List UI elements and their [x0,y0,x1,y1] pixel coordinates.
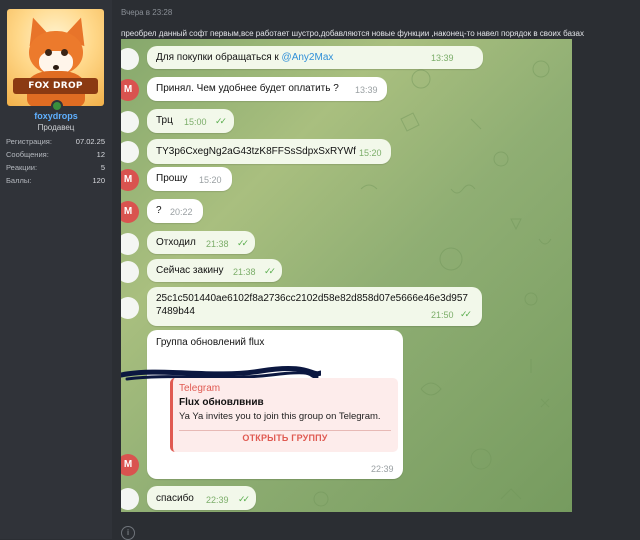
stat-value: 12 [96,150,105,159]
stat-value: 07.02.25 [75,137,105,146]
message-time: 15:20 [199,175,222,185]
info-icon[interactable]: i [121,526,135,540]
read-ticks-icon: ✓✓ [264,266,276,276]
chat-avatar [121,233,139,255]
chat-screenshot[interactable]: Для покупки обращаться к @Any2Max 13:39 … [121,39,572,512]
stat-points: Баллы: 120 [6,174,105,187]
stat-registration: Регистрация: 07.02.25 [6,135,105,148]
message-time: 13:39 [431,53,454,63]
stat-value: 120 [92,176,105,185]
stat-value: 5 [100,163,105,172]
stat-messages: Сообщения: 12 [6,148,105,161]
preview-site-name: Telegram [179,383,221,394]
message-bubble[interactable]: Принял. Чем удобнее будет оплатить ? 13:… [147,77,387,101]
message-text: спасибо [156,493,194,504]
chat-avatar [121,141,139,163]
chat-message: Сейчас закину 21:38 ✓✓ [121,259,572,285]
chat-avatar [121,488,139,510]
message-bubble[interactable]: Трц 15:00 ✓✓ [147,109,234,133]
chat-avatar: M [121,201,139,223]
read-ticks-icon: ✓✓ [215,116,227,126]
fox-nose [53,65,59,70]
user-title: Продавец [37,123,75,132]
contact-link[interactable]: @Any2Max [282,52,334,63]
message-time: 22:39 [371,464,394,474]
chat-message: M ? 20:22 [121,199,572,225]
message-bubble[interactable]: ? 20:22 [147,199,203,223]
message-bubble[interactable]: TY3p6CxegNg2aG43tzK8FFSsSdpxSxRYWf 15:20 [147,139,391,164]
avatar[interactable]: FOX DROP [7,9,104,106]
preview-title: Flux обновлвнив [179,397,264,408]
message-text-prefix: Для покупки обращаться к [156,52,282,63]
chat-message: спасибо 22:39 ✓✓ [121,486,572,512]
chat-avatar [121,111,139,133]
message-text: Сейчас закину [156,265,224,276]
avatar-caption: FOX DROP [13,78,98,94]
message-text: Принял. Чем удобнее будет оплатить ? [156,83,339,94]
chat-message: Для покупки обращаться к @Any2Max 13:39 [121,46,572,72]
read-ticks-icon: ✓✓ [238,494,250,504]
chat-avatar: M [121,454,139,476]
preview-description: Ya Ya invites you to join this group on … [179,411,381,422]
fox-eye [61,49,68,56]
message-time: 20:22 [170,207,193,217]
message-time: 22:39 [206,495,229,505]
post-text: преобрел данный софт первым,все работает… [121,29,584,38]
stat-label: Сообщения: [6,150,49,159]
message-text-line: 7489b44 [156,306,195,317]
chat-message: M Прошу 15:20 [121,167,572,193]
stat-label: Реакции: [6,163,38,172]
read-ticks-icon: ✓✓ [237,238,249,248]
message-text: ? [156,205,162,216]
message-text-line: 25c1c501440ae6102f8a2736cc2102d58e82d858… [156,293,468,304]
message-bubble[interactable]: Отходил 21:38 ✓✓ [147,231,255,254]
stat-reactions: Реакции: 5 [6,161,105,174]
message-text: Прошу [156,173,188,184]
chat-avatar [121,297,139,319]
message-text: Для покупки обращаться к @Any2Max [156,52,333,63]
username-link[interactable]: foxydrops [0,111,112,121]
post-date[interactable]: Вчера в 23:28 [121,8,172,17]
message-time: 21:50 [431,310,454,320]
message-text: Трц [156,115,173,126]
preview-divider [179,430,391,431]
chat-avatar: M [121,79,139,101]
chat-message: 25c1c501440ae6102f8a2736cc2102d58e82d858… [121,287,572,327]
link-preview-card[interactable]: Telegram Flux обновлвнив Ya Ya invites y… [170,378,398,452]
chat-avatar: M [121,169,139,191]
chat-message: Трц 15:00 ✓✓ [121,109,572,135]
open-group-button[interactable]: ОТКРЫТЬ ГРУППУ [179,433,391,443]
fox-eye [45,49,52,56]
chat-avatar [121,48,139,70]
message-time: 15:20 [359,148,382,158]
message-bubble[interactable]: 25c1c501440ae6102f8a2736cc2102d58e82d858… [147,287,482,326]
chat-avatar [121,261,139,283]
message-time: 21:38 [206,239,229,249]
chat-message: Отходил 21:38 ✓✓ [121,231,572,257]
chat-message: TY3p6CxegNg2aG43tzK8FFSsSdpxSxRYWf 15:20 [121,139,572,165]
stat-label: Баллы: [6,176,32,185]
read-ticks-icon: ✓✓ [460,309,472,319]
message-bubble[interactable]: Прошу 15:20 [147,167,232,191]
stat-label: Регистрация: [6,137,52,146]
message-text: Группа обновлений flux [156,337,265,348]
message-time: 15:00 [184,117,207,127]
message-time: 13:39 [355,85,378,95]
message-bubble[interactable]: Для покупки обращаться к @Any2Max 13:39 [147,46,483,69]
message-bubble[interactable]: Сейчас закину 21:38 ✓✓ [147,259,282,282]
message-text: Отходил [156,237,196,248]
message-time: 21:38 [233,267,256,277]
message-bubble[interactable]: спасибо 22:39 ✓✓ [147,486,256,510]
chat-message: M Принял. Чем удобнее будет оплатить ? 1… [121,77,572,103]
user-stats: Регистрация: 07.02.25 Сообщения: 12 Реак… [6,135,105,187]
message-text: TY3p6CxegNg2aG43tzK8FFSsSdpxSxRYWf [156,146,356,157]
user-panel: FOX DROP foxydrops Продавец Регистрация:… [0,0,112,539]
